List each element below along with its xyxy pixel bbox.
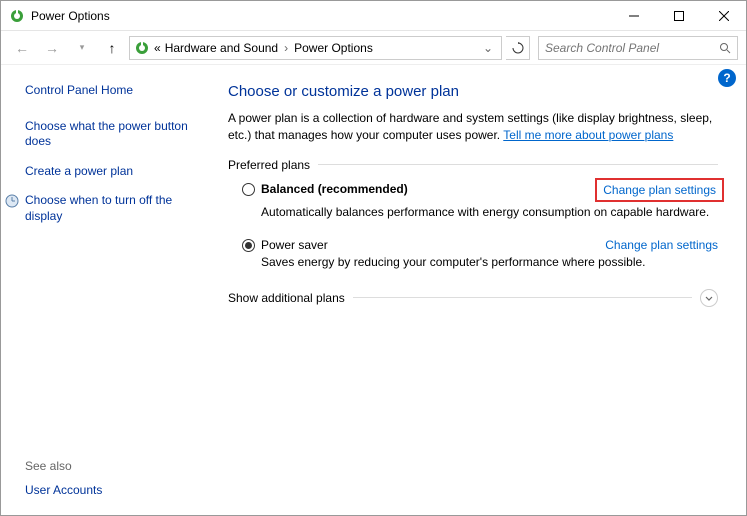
sidebar-item-display-off: Choose when to turn off the display (5, 193, 204, 238)
close-button[interactable] (701, 1, 746, 30)
control-panel-home-link[interactable]: Control Panel Home (25, 83, 204, 99)
recent-dropdown[interactable]: ▾ (69, 35, 95, 61)
preferred-plans-label: Preferred plans (228, 158, 310, 172)
expand-button[interactable] (700, 289, 718, 307)
navbar: ← → ▾ ↑ « Hardware and Sound › Power Opt… (1, 31, 746, 65)
change-plan-settings-link[interactable]: Change plan settings (595, 178, 724, 202)
help-button[interactable]: ? (718, 69, 736, 87)
breadcrumb-item[interactable]: Hardware and Sound (165, 41, 278, 55)
plan-name[interactable]: Power saver (261, 238, 599, 252)
plan-radio-balanced[interactable] (242, 183, 255, 196)
window-controls (611, 1, 746, 30)
minimize-button[interactable] (611, 1, 656, 30)
sidebar-link-create-plan[interactable]: Create a power plan (25, 164, 204, 180)
clock-icon (5, 194, 19, 208)
see-also-label: See also (25, 459, 102, 473)
back-button[interactable]: ← (9, 35, 35, 61)
chevron-right-icon[interactable]: › (282, 41, 290, 55)
power-options-icon (9, 8, 25, 24)
learn-more-link[interactable]: Tell me more about power plans (503, 128, 673, 142)
power-options-icon (134, 40, 150, 56)
change-plan-settings-link[interactable]: Change plan settings (605, 238, 718, 252)
see-also-user-accounts[interactable]: User Accounts (25, 483, 102, 499)
show-additional-plans-row: Show additional plans (228, 289, 718, 307)
main-panel: ? Choose or customize a power plan A pow… (216, 65, 746, 515)
search-input[interactable] (545, 41, 719, 55)
maximize-button[interactable] (656, 1, 701, 30)
address-dropdown[interactable]: ⌄ (479, 41, 497, 55)
page-heading: Choose or customize a power plan (228, 83, 718, 100)
plan-radio-power-saver[interactable] (242, 239, 255, 252)
refresh-button[interactable] (506, 36, 530, 60)
up-button[interactable]: ↑ (99, 35, 125, 61)
plan-balanced: Balanced (recommended) Change plan setti… (242, 182, 718, 221)
divider (353, 297, 692, 298)
page-description: A power plan is a collection of hardware… (228, 110, 718, 144)
divider (318, 164, 718, 165)
forward-button[interactable]: → (39, 35, 65, 61)
search-icon[interactable] (719, 42, 731, 54)
breadcrumb-item[interactable]: Power Options (294, 41, 373, 55)
plan-description: Automatically balances performance with … (261, 205, 718, 221)
breadcrumb-prefix: « (154, 41, 161, 55)
see-also: See also User Accounts (25, 459, 102, 499)
titlebar: Power Options (1, 1, 746, 31)
sidebar-link-power-button[interactable]: Choose what the power button does (25, 119, 204, 150)
sidebar-link-display-off[interactable]: Choose when to turn off the display (25, 193, 204, 224)
search-box[interactable] (538, 36, 738, 60)
content: Control Panel Home Choose what the power… (1, 65, 746, 515)
plan-power-saver: Power saver Change plan settings Saves e… (242, 238, 718, 271)
window-title: Power Options (31, 9, 611, 23)
plan-description: Saves energy by reducing your computer's… (261, 255, 718, 271)
preferred-plans-header: Preferred plans (228, 158, 718, 172)
address-bar[interactable]: « Hardware and Sound › Power Options ⌄ (129, 36, 502, 60)
sidebar: Control Panel Home Choose what the power… (1, 65, 216, 515)
plan-name[interactable]: Balanced (recommended) (261, 182, 589, 196)
show-additional-plans-label[interactable]: Show additional plans (228, 291, 345, 305)
